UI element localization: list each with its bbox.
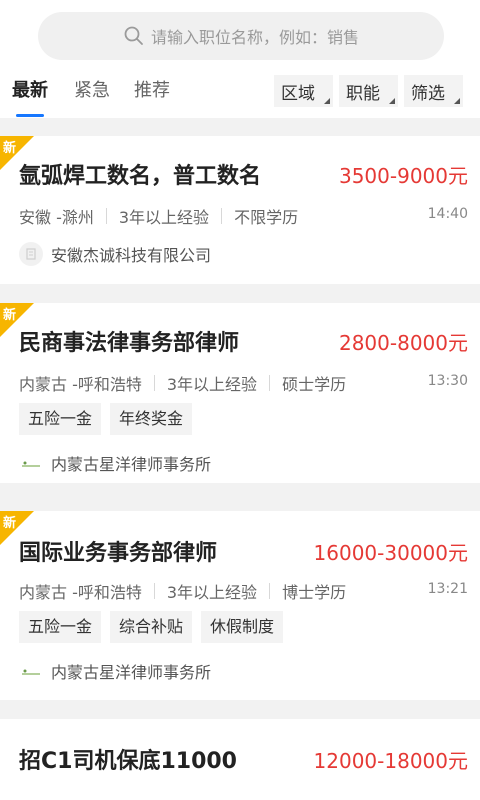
company-row[interactable]: 安徽杰诚科技有限公司 xyxy=(19,242,211,266)
active-tab-indicator xyxy=(16,114,44,117)
divider xyxy=(153,583,155,599)
job-card[interactable]: 招C1司机保底11000 12000-18000元 xyxy=(0,719,480,800)
job-education: 不限学历 xyxy=(234,208,299,227)
job-location: 内蒙古 -呼和浩特 xyxy=(19,375,142,394)
company-name: 内蒙古星洋律师事务所 xyxy=(51,455,212,474)
benefit-tag: 五险一金 xyxy=(19,611,102,643)
header: 请输入职位名称，例如：销售 最新 紧急 推荐 区域 职能 筛选 xyxy=(0,0,480,118)
job-card[interactable]: 新 民商事法律事务部律师 2800-8000元 内蒙古 -呼和浩特 3年以上经验… xyxy=(0,303,480,483)
job-salary: 12000-18000元 xyxy=(313,749,468,773)
divider xyxy=(153,375,155,391)
filter-function-button[interactable]: 职能 xyxy=(339,75,398,107)
tab-recommended[interactable]: 推荐 xyxy=(134,76,170,102)
job-salary: 2800-8000元 xyxy=(338,331,468,355)
job-education: 博士学历 xyxy=(282,583,347,602)
divider xyxy=(221,208,223,224)
tab-urgent[interactable]: 紧急 xyxy=(74,76,110,102)
job-title: 招C1司机保底11000 xyxy=(19,749,237,774)
benefit-tag: 年终奖金 xyxy=(110,403,193,435)
search-icon xyxy=(123,25,145,47)
job-meta: 内蒙古 -呼和浩特 3年以上经验 硕士学历 xyxy=(19,371,346,395)
search-placeholder: 请输入职位名称，例如：销售 xyxy=(150,28,359,47)
job-time: 13:21 xyxy=(427,581,468,597)
job-card[interactable]: 新 国际业务事务部律师 16000-30000元 内蒙古 -呼和浩特 3年以上经… xyxy=(0,511,480,700)
dropdown-triangle-icon xyxy=(389,98,395,104)
job-title: 国际业务事务部律师 xyxy=(19,541,218,566)
job-title: 民商事法律事务部律师 xyxy=(19,331,240,356)
job-time: 14:40 xyxy=(427,206,468,222)
filter-region-button[interactable]: 区域 xyxy=(274,75,333,107)
company-name: 安徽杰诚科技有限公司 xyxy=(51,246,212,265)
company-logo-icon xyxy=(19,659,43,683)
filter-more-button[interactable]: 筛选 xyxy=(404,75,463,107)
tab-latest[interactable]: 最新 xyxy=(12,76,48,102)
job-location: 内蒙古 -呼和浩特 xyxy=(19,583,142,602)
job-meta: 安徽 -滁州 3年以上经验 不限学历 xyxy=(19,204,298,228)
company-logo-icon xyxy=(19,242,43,266)
job-time: 13:30 xyxy=(427,373,468,389)
job-salary: 3500-9000元 xyxy=(338,164,468,188)
company-name: 内蒙古星洋律师事务所 xyxy=(51,663,212,682)
filter-function-label: 职能 xyxy=(346,83,380,104)
benefit-tags: 五险一金 综合补贴 休假制度 xyxy=(19,611,292,643)
benefit-tag: 休假制度 xyxy=(201,611,284,643)
divider xyxy=(105,208,107,224)
filter-more-label: 筛选 xyxy=(411,83,445,104)
divider xyxy=(269,583,271,599)
benefit-tags: 五险一金 年终奖金 xyxy=(19,403,201,435)
job-meta: 内蒙古 -呼和浩特 3年以上经验 博士学历 xyxy=(19,579,346,603)
job-title: 氩弧焊工数名，普工数名 xyxy=(19,164,262,189)
search-bar[interactable]: 请输入职位名称，例如：销售 xyxy=(38,12,444,60)
company-row[interactable]: 内蒙古星洋律师事务所 xyxy=(19,451,211,475)
benefit-tag: 五险一金 xyxy=(19,403,102,435)
job-card[interactable]: 新 氩弧焊工数名，普工数名 3500-9000元 安徽 -滁州 3年以上经验 不… xyxy=(0,136,480,284)
job-education: 硕士学历 xyxy=(282,375,347,394)
divider xyxy=(269,375,271,391)
company-row[interactable]: 内蒙古星洋律师事务所 xyxy=(19,659,211,683)
job-experience: 3年以上经验 xyxy=(166,583,258,602)
dropdown-triangle-icon xyxy=(324,98,330,104)
job-location: 安徽 -滁州 xyxy=(19,208,94,227)
tab-bar: 最新 紧急 推荐 区域 职能 筛选 xyxy=(0,68,480,118)
dropdown-triangle-icon xyxy=(454,98,460,104)
company-logo-icon xyxy=(19,451,43,475)
job-experience: 3年以上经验 xyxy=(166,375,258,394)
job-salary: 16000-30000元 xyxy=(313,541,468,565)
filter-region-label: 区域 xyxy=(281,83,315,104)
benefit-tag: 综合补贴 xyxy=(110,611,193,643)
job-experience: 3年以上经验 xyxy=(118,208,210,227)
